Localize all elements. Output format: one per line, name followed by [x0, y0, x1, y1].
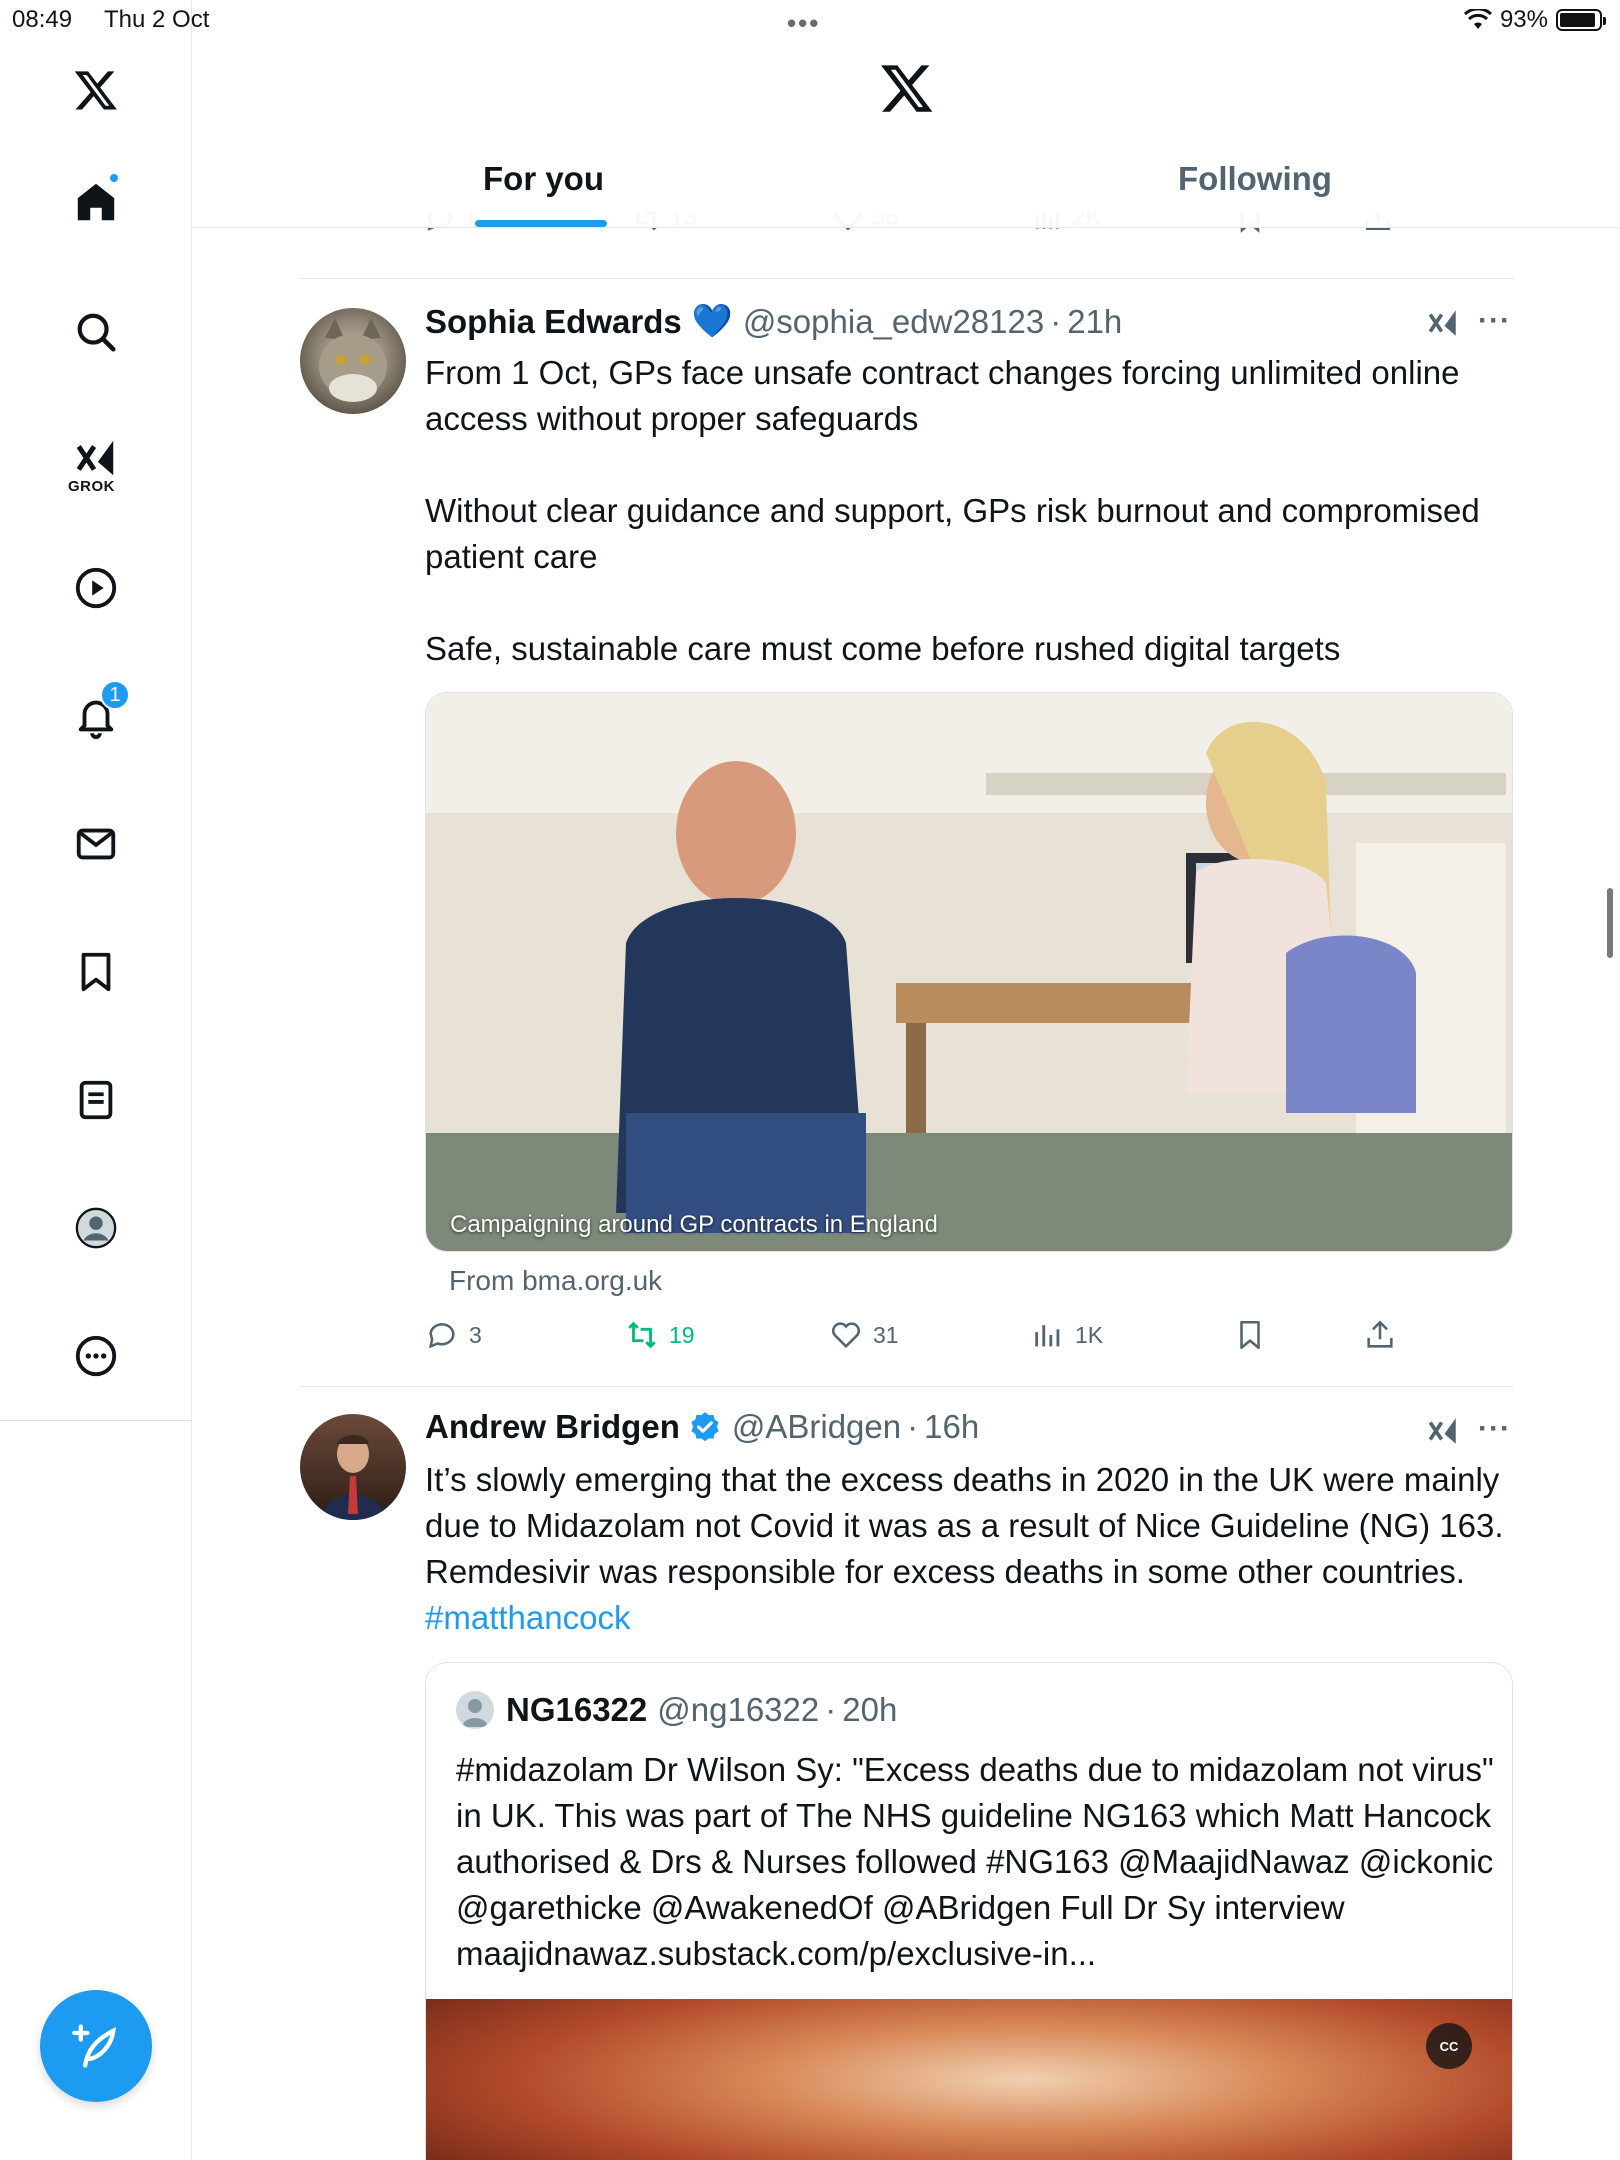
quote-text: #midazolam Dr Wilson Sy: "Excess deaths … — [456, 1751, 1494, 1972]
link-source[interactable]: From bma.org.uk — [449, 1265, 662, 1297]
tweet-header: Andrew Bridgen @ABridgen · 16h — [425, 1408, 979, 1446]
active-tab-indicator — [475, 220, 607, 227]
status-date: Thu 2 Oct — [104, 6, 210, 33]
tweet-time[interactable]: 21h — [1067, 303, 1122, 341]
tweet-more-icon[interactable]: ··· — [1478, 1412, 1511, 1446]
reply-icon — [428, 1323, 455, 1349]
views-chart-icon — [1035, 1325, 1060, 1347]
bookmark-icon — [1240, 1320, 1260, 1350]
repost-action[interactable]: 19 — [625, 1318, 695, 1352]
video-play-icon[interactable] — [56, 548, 136, 628]
quote-avatar[interactable] — [456, 1691, 494, 1729]
heart-icon — [831, 1322, 861, 1349]
quote-author-name[interactable]: NG16322 — [506, 1691, 647, 1729]
wifi-icon — [1463, 9, 1492, 29]
share-action[interactable] — [1363, 1318, 1397, 1352]
tweet-actions: 3 19 31 1K — [425, 1318, 1425, 1358]
notifications-bell-icon[interactable]: 1 — [56, 676, 136, 756]
x-logo-icon[interactable] — [56, 50, 136, 130]
messages-envelope-icon[interactable] — [56, 804, 136, 884]
bookmarks-icon[interactable] — [56, 932, 136, 1012]
reply-count: 3 — [469, 1321, 482, 1348]
blue-heart-emoji: 💙 — [691, 302, 733, 339]
lists-icon[interactable] — [56, 1060, 136, 1140]
grok-explain-icon[interactable] — [1426, 306, 1460, 340]
tab-for-you[interactable]: For you — [483, 160, 604, 198]
like-action[interactable]: 31 — [829, 1318, 899, 1352]
tweet-author-handle[interactable]: @sophia_edw28123 — [743, 303, 1044, 341]
quote-separator: · — [825, 1691, 837, 1728]
avatar[interactable] — [300, 308, 406, 414]
multitasking-dots-icon[interactable]: ••• — [787, 8, 820, 39]
quote-author-handle[interactable]: @ng16322 — [657, 1691, 819, 1729]
tweet-separator: · — [1050, 302, 1062, 340]
search-icon[interactable] — [56, 292, 136, 372]
home-new-dot — [108, 172, 120, 184]
avatar[interactable] — [300, 1414, 406, 1520]
grok-label: GROK — [68, 478, 115, 495]
profile-avatar-icon[interactable] — [56, 1188, 136, 1268]
tweet-author-handle[interactable]: @ABridgen — [732, 1408, 901, 1446]
status-indicators: 93% — [1463, 6, 1606, 34]
closed-captions-button[interactable]: CC — [1426, 2023, 1472, 2069]
more-options-icon[interactable] — [56, 1316, 136, 1396]
reply-action[interactable]: 3 — [425, 1318, 482, 1352]
grok-explain-icon[interactable] — [1426, 1414, 1460, 1448]
tweet-divider — [300, 1386, 1514, 1387]
scrollbar-thumb[interactable] — [1607, 888, 1613, 958]
quote-video-thumbnail[interactable]: CC — [426, 1999, 1512, 2160]
tweet-more-icon[interactable]: ··· — [1478, 304, 1511, 338]
tweet-author-name[interactable]: Andrew Bridgen — [425, 1408, 680, 1446]
views-count: 1K — [1075, 1321, 1104, 1348]
tab-following[interactable]: Following — [1178, 160, 1332, 198]
share-icon — [1367, 1320, 1393, 1348]
quote-header: NG16322 @ng16322 · 20h — [456, 1691, 897, 1729]
compose-post-button[interactable] — [40, 1990, 152, 2102]
views-action[interactable]: 1K — [1031, 1318, 1103, 1352]
tweet-time[interactable]: 16h — [924, 1408, 979, 1446]
tweet-author-name[interactable]: Sophia Edwards — [425, 303, 682, 341]
quoted-tweet[interactable]: NG16322 @ng16322 · 20h #midazolam Dr Wil… — [425, 1662, 1513, 2160]
repost-count: 19 — [669, 1321, 695, 1348]
notifications-badge: 1 — [100, 680, 130, 710]
battery-icon — [1556, 9, 1606, 31]
status-time: 08:49 — [12, 6, 73, 33]
quote-time[interactable]: 20h — [842, 1691, 897, 1729]
hashtag-link[interactable]: #matthancock — [425, 1599, 630, 1636]
status-bar: 08:49 Thu 2 Oct ••• 93% — [0, 0, 1620, 40]
media-caption: Campaigning around GP contracts in Engla… — [450, 1211, 938, 1238]
tweet-text: From 1 Oct, GPs face unsafe contract cha… — [425, 354, 1480, 667]
x-logo-icon — [881, 65, 933, 112]
tweet-body: It’s slowly emerging that the excess dea… — [425, 1461, 1513, 1590]
repost-icon — [628, 1321, 656, 1349]
sidebar: GROK 1 — [0, 0, 192, 2160]
compose-feather-icon — [72, 2024, 117, 2068]
tweet-separator: · — [907, 1408, 919, 1445]
tweet-divider — [300, 278, 1514, 279]
bookmark-action[interactable] — [1233, 1318, 1267, 1352]
like-count: 31 — [873, 1321, 899, 1348]
tweet-header: Sophia Edwards 💙 @sophia_edw28123 · 21h — [425, 302, 1122, 341]
battery-percent: 93% — [1499, 6, 1548, 33]
verified-badge-icon — [691, 1412, 719, 1442]
sidebar-divider — [0, 1420, 192, 1421]
tweet-media-image[interactable]: Campaigning around GP contracts in Engla… — [425, 692, 1513, 1252]
tweet-text: It’s slowly emerging that the excess dea… — [425, 1457, 1515, 1641]
home-icon[interactable] — [56, 162, 136, 242]
